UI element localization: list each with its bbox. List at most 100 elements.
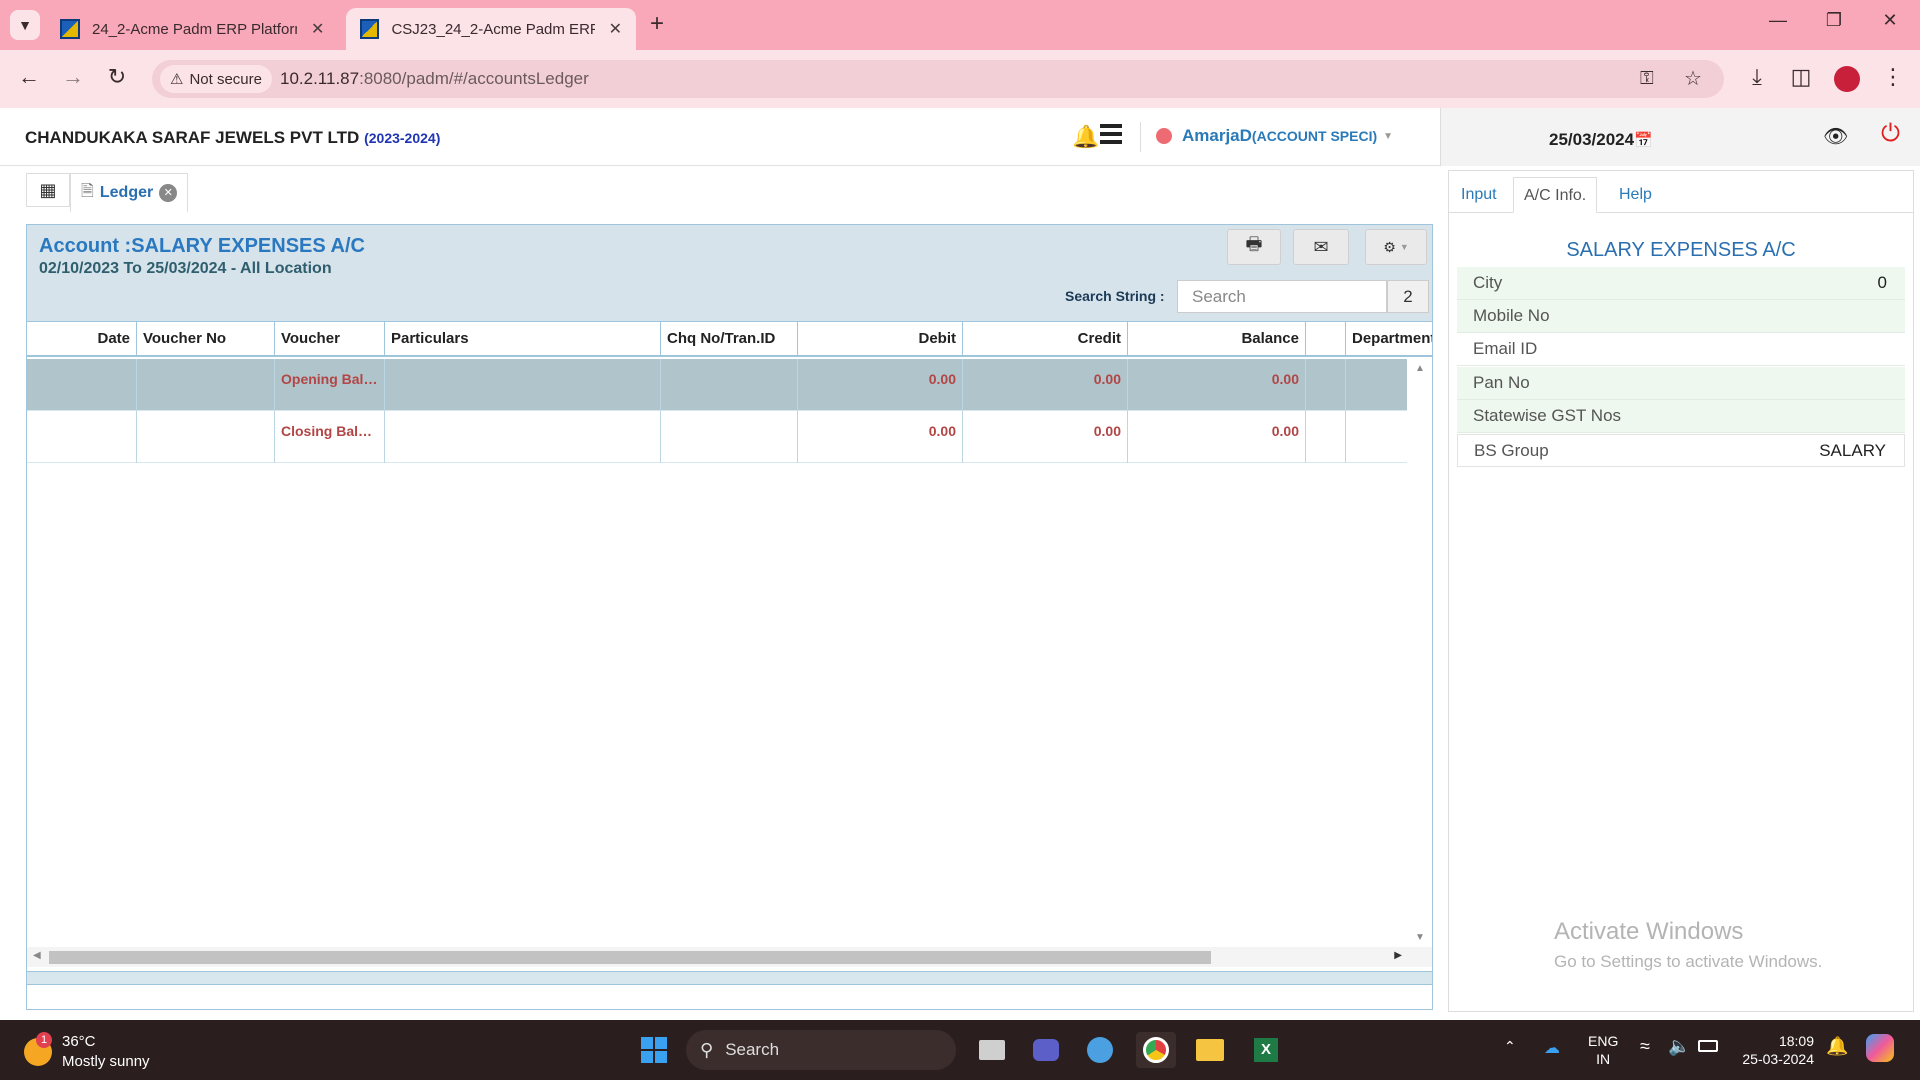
column-header-voucher[interactable]: Voucher — [275, 322, 385, 356]
column-header-debit[interactable]: Debit — [798, 322, 963, 356]
horizontal-scrollbar[interactable]: ◀ ▶ — [27, 947, 1432, 967]
current-date[interactable]: 25/03/2024📅 — [1549, 130, 1653, 150]
notification-bell-icon[interactable]: 🔔 — [1826, 1036, 1848, 1057]
financial-year: (2023-2024) — [364, 130, 441, 146]
meet-video-icon[interactable] — [1026, 1032, 1066, 1068]
warning-triangle-icon: ⚠ — [170, 71, 184, 88]
copilot-icon[interactable] — [1866, 1034, 1894, 1062]
side-panel-icon[interactable]: ◫ — [1786, 64, 1816, 90]
column-header-balance[interactable]: Balance — [1128, 322, 1306, 356]
restore-window-icon[interactable]: ❐ — [1814, 10, 1854, 31]
cell-department — [1346, 359, 1407, 411]
back-arrow-icon[interactable]: ← — [14, 64, 44, 90]
tab-ac-info[interactable]: A/C Info. — [1513, 177, 1598, 213]
hide-eye-icon[interactable]: 👁 — [1823, 124, 1848, 149]
cell-chq-no — [661, 359, 798, 411]
profile-avatar-icon[interactable] — [1834, 66, 1860, 92]
paint-palette-icon[interactable] — [1080, 1032, 1120, 1068]
onedrive-cloud-icon[interactable]: ☁ — [1544, 1038, 1560, 1058]
file-explorer-icon[interactable] — [1190, 1032, 1230, 1068]
vertical-scrollbar[interactable]: ▲ ▼ — [1411, 359, 1431, 947]
show-hidden-icons-chevron-icon[interactable]: ⌃ — [1504, 1038, 1516, 1055]
ledger-table-header: Date Voucher No Voucher Particulars Chq … — [27, 321, 1432, 357]
user-menu[interactable]: AmarjaD (ACCOUNT SPECI) ▼ — [1156, 126, 1393, 146]
clock[interactable]: 18:09 25-03-2024 — [1740, 1032, 1814, 1068]
settings-dropdown-button[interactable]: ⚙ ▼ — [1365, 229, 1427, 265]
close-window-icon[interactable]: ✕ — [1870, 10, 1910, 31]
list-menu-icon[interactable] — [1100, 124, 1122, 144]
browser-tab-2[interactable]: CSJ23_24_2-Acme Padm ERP Platform ✕ — [346, 8, 636, 50]
account-info-panel: Input A/C Info. Help SALARY EXPENSES A/C… — [1448, 170, 1914, 1012]
language-indicator[interactable]: ENG IN — [1588, 1032, 1618, 1068]
notification-bell-icon[interactable]: 🔔 — [1072, 124, 1099, 150]
tab-input[interactable]: Input — [1451, 177, 1507, 213]
weather-badge: 1 — [36, 1032, 52, 1048]
info-row-email: Email ID — [1457, 333, 1905, 366]
envelope-icon: ✉ — [1313, 236, 1329, 257]
horizontal-scroll-thumb[interactable] — [49, 951, 1211, 964]
tab-help[interactable]: Help — [1609, 177, 1662, 213]
task-view-icon[interactable] — [972, 1032, 1012, 1068]
close-tab-icon[interactable]: ✕ — [311, 19, 324, 39]
print-button[interactable]: 🖶 — [1227, 229, 1281, 265]
info-tab-bar: Input A/C Info. Help — [1449, 171, 1913, 213]
tab-ledger[interactable]: 🗎 Ledger ✕ — [70, 173, 189, 212]
calendar-icon[interactable]: 📅 — [1634, 132, 1653, 149]
document-icon: 🗎 — [81, 182, 94, 200]
scroll-up-arrow-icon[interactable]: ▲ — [1415, 363, 1425, 374]
column-header-credit[interactable]: Credit — [963, 322, 1128, 356]
minimize-window-icon[interactable]: — — [1758, 10, 1798, 31]
table-row[interactable]: Closing Balance 0.00 0.00 0.00 — [27, 411, 1407, 463]
address-bar[interactable]: ⚠ Not secure 10.2.11.87:8080/padm/#/acco… — [152, 60, 1724, 98]
scroll-left-arrow-icon[interactable]: ◀ — [33, 950, 41, 961]
wifi-icon[interactable]: ≈ — [1640, 1036, 1650, 1057]
taskbar-search[interactable]: ⚲ Search — [686, 1030, 956, 1070]
cell-balance: 0.00 — [1128, 359, 1306, 411]
close-tab-icon[interactable]: ✕ — [609, 19, 622, 39]
tab-search-chevron-icon[interactable]: ▼ — [10, 10, 40, 40]
battery-icon[interactable] — [1698, 1040, 1718, 1052]
weather-widget[interactable]: 1 36°C Mostly sunny — [24, 1032, 150, 1072]
column-header-date[interactable]: Date — [27, 322, 137, 356]
volume-speaker-icon[interactable]: 🔈 — [1668, 1036, 1690, 1057]
scroll-right-arrow-icon[interactable]: ▶ — [1394, 950, 1402, 961]
bookmark-star-icon[interactable]: ☆ — [1684, 66, 1702, 91]
excel-icon[interactable]: X — [1246, 1032, 1286, 1068]
printer-icon: 🖶 — [1245, 234, 1263, 254]
column-header-particulars[interactable]: Particulars — [385, 322, 661, 356]
table-row[interactable]: Opening Balance 0.00 0.00 0.00 — [27, 359, 1407, 411]
browser-tab-1[interactable]: 24_2-Acme Padm ERP Platform ✕ — [46, 8, 338, 50]
search-input[interactable] — [1177, 280, 1387, 313]
new-tab-plus-icon[interactable]: + — [650, 10, 664, 38]
forward-arrow-icon[interactable]: → — [58, 64, 88, 90]
column-header-chq-no[interactable]: Chq No/Tran.ID — [661, 322, 798, 356]
taskbar-search-label: Search — [725, 1040, 780, 1059]
column-header-department[interactable]: Department — [1346, 322, 1432, 356]
gear-icon: ⚙ — [1383, 238, 1396, 255]
column-header-blank[interactable] — [1306, 322, 1346, 356]
chrome-browser-icon[interactable] — [1136, 1032, 1176, 1068]
windows-start-icon[interactable] — [634, 1032, 674, 1068]
password-key-icon[interactable]: ⚿ — [1640, 68, 1654, 89]
user-role: (ACCOUNT SPECI) — [1251, 128, 1378, 144]
not-secure-chip[interactable]: ⚠ Not secure — [160, 65, 272, 93]
cell-debit: 0.00 — [798, 411, 963, 463]
download-icon[interactable]: ⤓ — [1742, 64, 1772, 90]
cell-debit: 0.00 — [798, 359, 963, 411]
email-button[interactable]: ✉ — [1293, 229, 1349, 265]
column-header-voucher-no[interactable]: Voucher No — [137, 322, 275, 356]
search-icon: ⚲ — [700, 1039, 714, 1060]
browser-menu-icon[interactable]: ⋮ — [1878, 64, 1908, 90]
reload-icon[interactable]: ↻ — [102, 64, 132, 90]
info-account-title: SALARY EXPENSES A/C — [1566, 239, 1796, 261]
cell-credit: 0.00 — [963, 359, 1128, 411]
scroll-down-arrow-icon[interactable]: ▼ — [1415, 932, 1425, 943]
power-logout-icon[interactable]: ⏻ — [1881, 120, 1900, 148]
close-tab-icon[interactable]: ✕ — [159, 184, 178, 202]
cell-voucher-no — [137, 359, 275, 411]
url-text[interactable]: 10.2.11.87:8080/padm/#/accountsLedger — [280, 69, 589, 89]
cell-date — [27, 411, 137, 463]
apps-grid-icon[interactable]: ▦ — [26, 173, 70, 207]
cell-particulars — [385, 359, 661, 411]
ledger-panel-header: Account :SALARY EXPENSES A/C 02/10/2023 … — [27, 225, 1432, 321]
